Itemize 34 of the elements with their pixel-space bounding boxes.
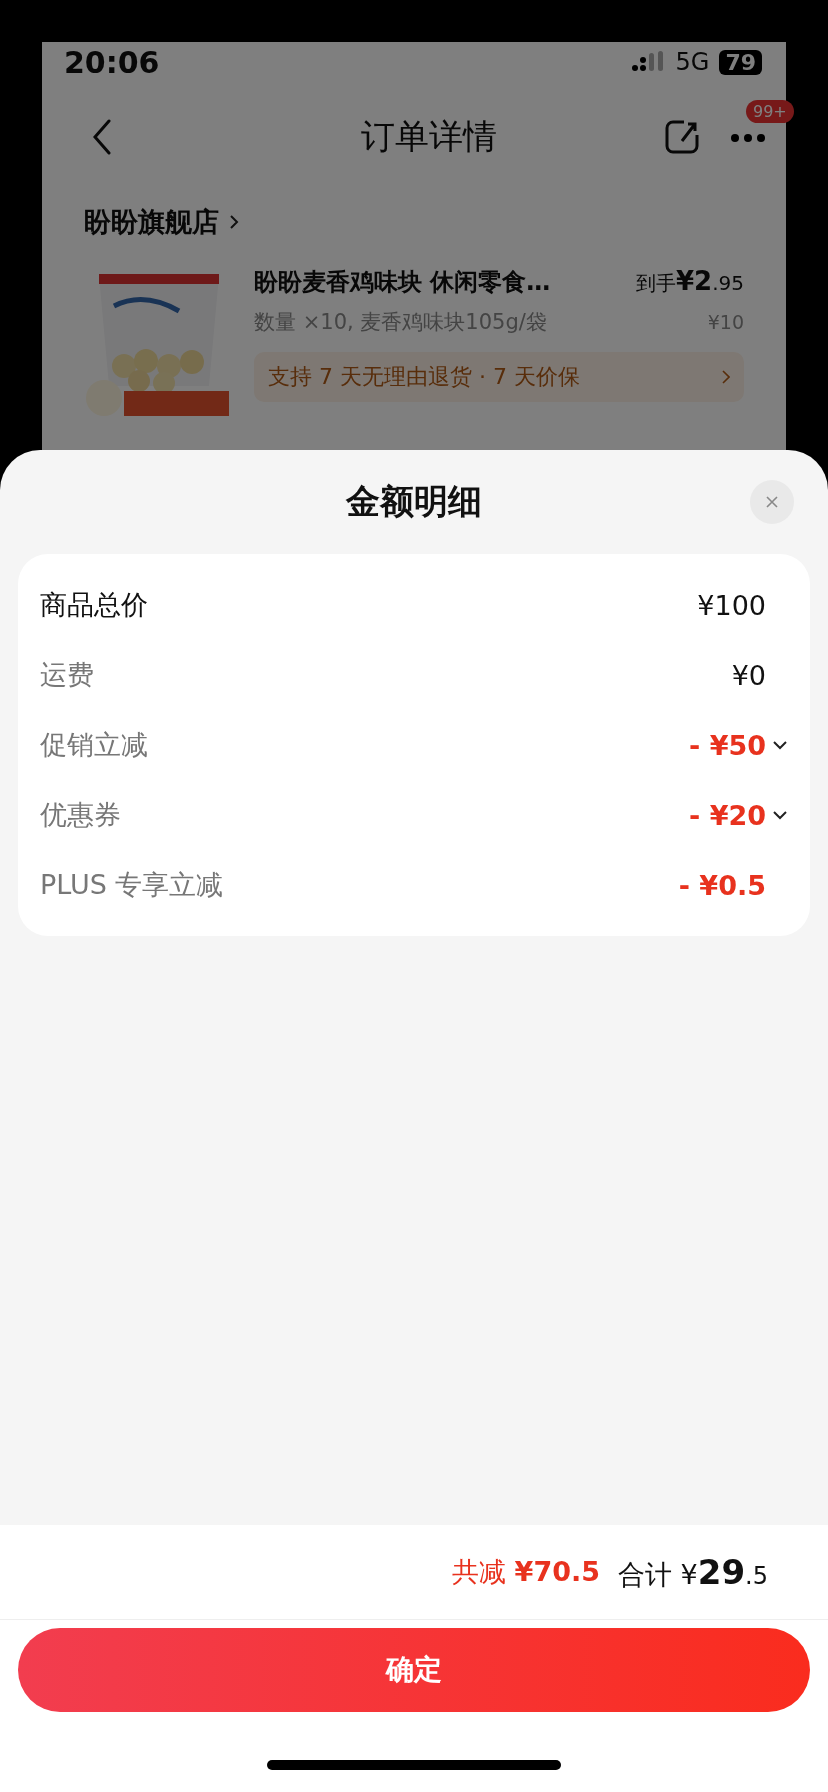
original-price: ¥10 xyxy=(707,311,744,333)
row-value: - ¥50 xyxy=(689,729,766,761)
row-label: 商品总价 xyxy=(40,588,149,622)
notification-badge: 99+ xyxy=(746,99,794,123)
page-title: 订单详情 xyxy=(361,115,497,158)
battery-level: 79 xyxy=(719,49,762,75)
back-icon[interactable] xyxy=(92,119,112,155)
service-banner[interactable]: 支持 7 天无理由退货 · 7 天价保 xyxy=(254,352,744,402)
more-icon[interactable] xyxy=(730,132,766,143)
close-icon xyxy=(765,495,779,509)
price-label: 到手¥2.95 xyxy=(636,266,744,297)
row-value: ¥0 xyxy=(731,659,766,691)
chevron-down-icon[interactable] xyxy=(772,810,788,820)
sheet-title: 金额明细 xyxy=(346,480,482,523)
chevron-down-icon[interactable] xyxy=(772,740,788,750)
row-value: - ¥20 xyxy=(689,799,766,831)
row-value: ¥100 xyxy=(697,589,766,621)
product-name[interactable]: 盼盼麦香鸡味块 休闲零食… xyxy=(254,266,551,298)
row-label: PLUS 专享立减 xyxy=(40,868,225,902)
saved-amount: 共减 ¥70.5 xyxy=(452,1555,600,1589)
signal-icon xyxy=(631,51,666,73)
chevron-right-icon xyxy=(722,370,730,384)
total-amount: 合计 ¥29.5 xyxy=(618,1551,768,1593)
network-label: 5G xyxy=(675,48,710,76)
status-time: 20:06 xyxy=(64,44,160,80)
row-label: 优惠券 xyxy=(40,798,122,832)
row-label: 运费 xyxy=(40,658,95,692)
row-value: - ¥0.5 xyxy=(678,869,766,901)
store-name[interactable]: 盼盼旗舰店 xyxy=(84,204,219,240)
share-icon[interactable] xyxy=(664,119,700,155)
chevron-right-icon[interactable] xyxy=(229,214,239,230)
row-label: 促销立减 xyxy=(40,728,149,762)
product-spec: 数量 ×10, 麦香鸡味块105g/袋 xyxy=(254,309,547,336)
confirm-button[interactable]: 确定 xyxy=(18,1628,810,1712)
